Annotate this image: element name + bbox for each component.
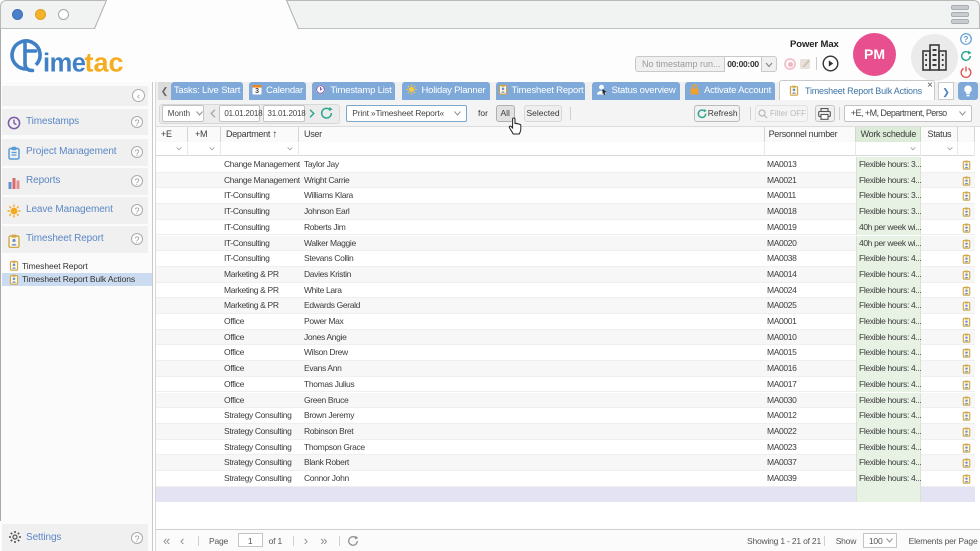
svg-text:?: ? [964,35,969,44]
svg-text:3: 3 [255,88,259,95]
svg-text:ime: ime [43,50,86,75]
svg-text:tac: tac [85,48,124,75]
